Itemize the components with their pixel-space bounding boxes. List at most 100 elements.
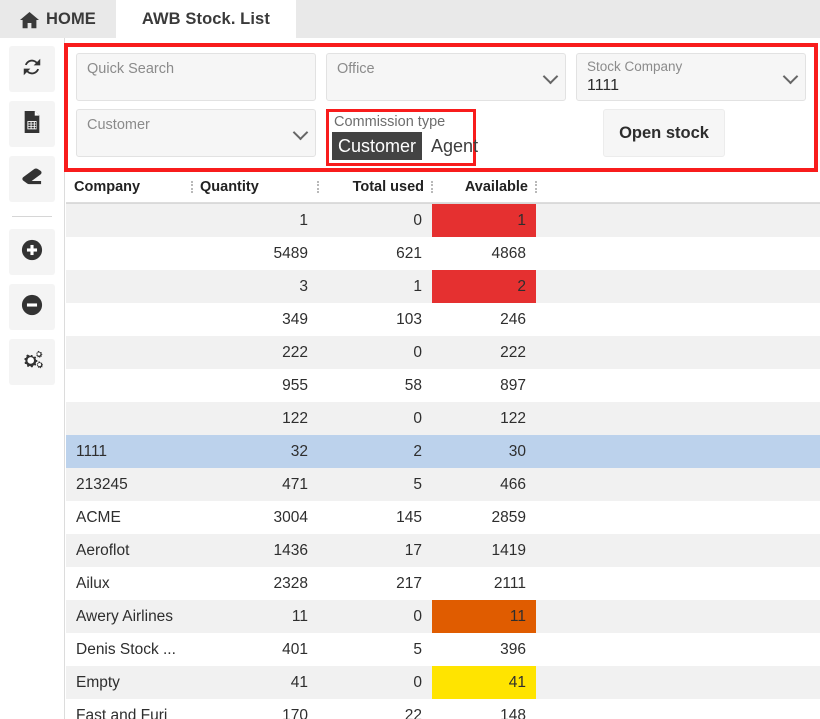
cell-company: ACME: [66, 501, 192, 534]
cell-available: 466: [432, 468, 536, 501]
cell-company: Aeroflot: [66, 534, 192, 567]
column-header-company[interactable]: Company: [66, 179, 192, 195]
cell-extra: [536, 237, 820, 270]
cell-total-used: 0: [318, 204, 432, 237]
table-row[interactable]: Ailux23282172111: [66, 567, 820, 600]
settings-button[interactable]: [9, 339, 55, 385]
cell-total-used: 17: [318, 534, 432, 567]
customer-select[interactable]: Customer: [76, 109, 316, 157]
cell-quantity: 349: [192, 303, 318, 336]
cell-total-used: 5: [318, 633, 432, 666]
cell-quantity: 170: [192, 699, 318, 719]
table-row[interactable]: 101: [66, 204, 820, 237]
cell-quantity: 1: [192, 204, 318, 237]
add-icon: [21, 239, 43, 266]
cell-total-used: 0: [318, 600, 432, 633]
cell-total-used: 5: [318, 468, 432, 501]
cell-available: 222: [432, 336, 536, 369]
cell-available: 2859: [432, 501, 536, 534]
table-row[interactable]: 1220122: [66, 402, 820, 435]
cell-extra: [536, 534, 820, 567]
cell-available: 396: [432, 633, 536, 666]
cell-extra: [536, 435, 820, 468]
table-row[interactable]: 349103246: [66, 303, 820, 336]
cell-company: [66, 204, 192, 237]
cell-total-used: 145: [318, 501, 432, 534]
cell-total-used: 103: [318, 303, 432, 336]
cell-available: 246: [432, 303, 536, 336]
table-row[interactable]: 54896214868: [66, 237, 820, 270]
table-row[interactable]: 95558897: [66, 369, 820, 402]
export-button[interactable]: [9, 101, 55, 147]
cell-extra: [536, 666, 820, 699]
cell-quantity: 5489: [192, 237, 318, 270]
table-row[interactable]: Fast and Furi17022148: [66, 699, 820, 719]
column-header-quantity[interactable]: Quantity: [192, 179, 318, 195]
column-header-total-used[interactable]: Total used: [318, 179, 432, 195]
cell-quantity: 471: [192, 468, 318, 501]
cell-available: 897: [432, 369, 536, 402]
customer-label: Customer: [87, 116, 305, 135]
table-row[interactable]: Denis Stock ...4015396: [66, 633, 820, 666]
quick-search-input[interactable]: Quick Search: [76, 53, 316, 101]
table-row[interactable]: 2220222: [66, 336, 820, 369]
cell-company: [66, 303, 192, 336]
column-resize-handle[interactable]: [535, 181, 537, 193]
table-row[interactable]: Aeroflot1436171419: [66, 534, 820, 567]
cell-quantity: 32: [192, 435, 318, 468]
cell-total-used: 0: [318, 666, 432, 699]
cell-quantity: 3004: [192, 501, 318, 534]
rail-divider: [12, 216, 52, 217]
stock-company-select[interactable]: Stock Company 1111: [576, 53, 806, 101]
cell-total-used: 1: [318, 270, 432, 303]
table-row[interactable]: 2132454715466: [66, 468, 820, 501]
tool-rail: [0, 38, 65, 719]
cell-company: [66, 237, 192, 270]
cell-total-used: 217: [318, 567, 432, 600]
cell-extra: [536, 633, 820, 666]
cell-available: 2111: [432, 567, 536, 600]
cell-quantity: 11: [192, 600, 318, 633]
grid-header-row: Company Quantity Total used Available: [66, 172, 820, 203]
commission-type-option-agent[interactable]: Agent: [422, 132, 484, 160]
add-button[interactable]: [9, 229, 55, 275]
remove-button[interactable]: [9, 284, 55, 330]
column-header-available[interactable]: Available: [432, 179, 536, 195]
cell-company: [66, 336, 192, 369]
cell-quantity: 122: [192, 402, 318, 435]
home-icon: [20, 12, 39, 29]
refresh-icon: [21, 56, 43, 83]
cell-company: Awery Airlines: [66, 600, 192, 633]
cell-available: 1: [432, 204, 536, 237]
commission-type-option-customer[interactable]: Customer: [332, 132, 422, 160]
table-row[interactable]: Empty41041: [66, 666, 820, 699]
cell-quantity: 3: [192, 270, 318, 303]
filter-row-2: Customer Commission type Customer Agent …: [76, 109, 806, 166]
tab-home[interactable]: HOME: [0, 0, 116, 38]
remove-icon: [21, 294, 43, 321]
cell-total-used: 22: [318, 699, 432, 719]
table-row[interactable]: Awery Airlines11011: [66, 600, 820, 633]
cell-available: 2: [432, 270, 536, 303]
table-row[interactable]: ACME30041452859: [66, 501, 820, 534]
table-row[interactable]: 312: [66, 270, 820, 303]
quick-search-label: Quick Search: [87, 60, 305, 79]
stock-grid: Company Quantity Total used Available 10…: [66, 172, 820, 719]
refresh-button[interactable]: [9, 46, 55, 92]
cell-company: Denis Stock ...: [66, 633, 192, 666]
tab-awb-stock-list[interactable]: AWB Stock. List: [116, 0, 296, 38]
table-row[interactable]: 111132230: [66, 435, 820, 468]
tab-bar: HOME AWB Stock. List: [0, 0, 820, 38]
clear-button[interactable]: [9, 156, 55, 202]
open-stock-button[interactable]: Open stock: [603, 109, 725, 157]
cell-total-used: 58: [318, 369, 432, 402]
cell-quantity: 222: [192, 336, 318, 369]
cell-extra: [536, 402, 820, 435]
cell-company: Empty: [66, 666, 192, 699]
cell-quantity: 401: [192, 633, 318, 666]
commission-type-label: Commission type: [332, 113, 470, 132]
office-select[interactable]: Office: [326, 53, 566, 101]
cell-quantity: 955: [192, 369, 318, 402]
cell-available: 41: [432, 666, 536, 699]
stock-company-label: Stock Company: [587, 58, 795, 75]
